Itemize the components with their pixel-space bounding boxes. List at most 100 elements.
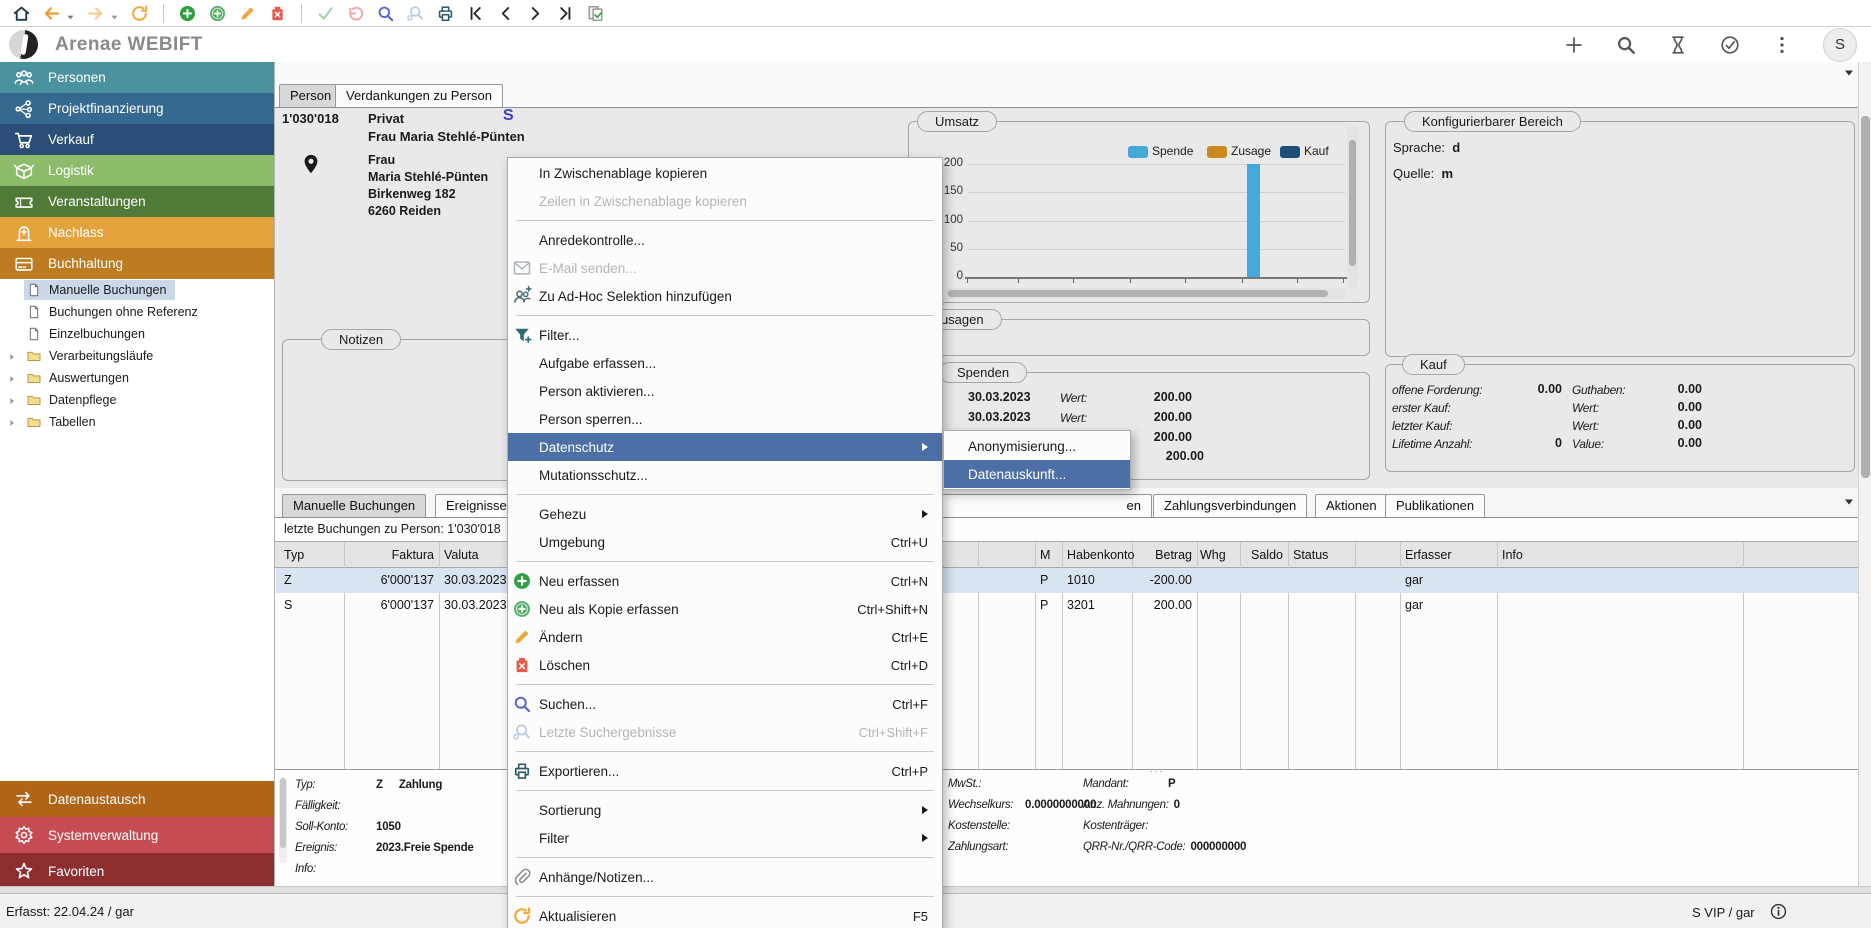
menu-item-person-sperren[interactable]: Person sperren... (508, 405, 942, 433)
menu-item-suchen[interactable]: Suchen...Ctrl+F (508, 690, 942, 718)
sidebar-item-datenaustausch[interactable]: Datenaustausch (0, 781, 274, 817)
menu-item-filter[interactable]: Filter (508, 824, 942, 852)
window-scrollbar-thumb[interactable] (1861, 116, 1870, 478)
expand-caret-icon[interactable] (7, 373, 17, 383)
info-icon[interactable] (1769, 902, 1788, 921)
search-icon[interactable] (1615, 34, 1637, 56)
sidebar-item-buchhaltung[interactable]: Buchhaltung (0, 248, 274, 279)
sidebar-item-favoriten[interactable]: Favoriten (0, 853, 274, 889)
nav-prev-icon[interactable] (496, 4, 515, 23)
menu-item-anonymisierung[interactable]: Anonymisierung... (944, 432, 1130, 460)
sidebar-item-logistik[interactable]: Logistik (0, 155, 274, 186)
menu-item-ändern[interactable]: ÄndernCtrl+E (508, 623, 942, 651)
trash-icon[interactable] (268, 4, 287, 23)
sidebar-item-manuelle-buchungen[interactable]: Manuelle Buchungen (0, 279, 274, 301)
column-header-info[interactable]: Info (1502, 548, 1602, 562)
sidebar-item-tabellen[interactable]: Tabellen (0, 411, 274, 433)
check-icon[interactable] (316, 4, 335, 23)
menu-item-exportieren[interactable]: Exportieren...Ctrl+P (508, 757, 942, 785)
column-header-typ[interactable]: Typ (284, 548, 334, 562)
window-scrollbar[interactable] (1858, 62, 1871, 886)
arrow-left-icon[interactable] (42, 4, 61, 23)
sidebar-item-auswertungen[interactable]: Auswertungen (0, 367, 274, 389)
kebab-icon[interactable] (1771, 34, 1793, 56)
tab-publikationen[interactable]: Publikationen (1385, 494, 1485, 517)
menu-item-person-aktivieren[interactable]: Person aktivieren... (508, 377, 942, 405)
sidebar-item-projektfinanzierung[interactable]: Projektfinanzierung (0, 93, 274, 124)
column-header-betrag[interactable]: Betrag (1130, 548, 1192, 562)
menu-item-aufgabe-erfassen[interactable]: Aufgabe erfassen... (508, 349, 942, 377)
tab-manuelle-buchungen[interactable]: Manuelle Buchungen (282, 494, 426, 517)
menu-item-zu-ad-hoc-selektion-hinzufügen[interactable]: Zu Ad-Hoc Selektion hinzufügen (508, 282, 942, 310)
column-header-erfasser[interactable]: Erfasser (1405, 548, 1490, 562)
detail-scrollbar-thumb[interactable] (280, 778, 286, 848)
menu-item-aktualisieren[interactable]: AktualisierenF5 (508, 902, 942, 928)
column-header-m[interactable]: M (1040, 548, 1060, 562)
menu-item-datenauskunft[interactable]: Datenauskunft... (944, 460, 1130, 488)
column-header-saldo[interactable]: Saldo (1238, 548, 1283, 562)
tab-zahlungsverbindungen[interactable]: Zahlungsverbindungen (1153, 494, 1307, 517)
column-header-habenkonto[interactable]: Habenkonto (1067, 548, 1127, 562)
caret-down-icon[interactable] (110, 9, 119, 18)
column-header-status[interactable]: Status (1293, 548, 1353, 562)
sidebar-item-datenpflege[interactable]: Datenpflege (0, 389, 274, 411)
panel-resize-handle[interactable]: ... (1150, 764, 1164, 775)
check-circle-icon[interactable] (1719, 34, 1741, 56)
paste-check-icon[interactable] (586, 4, 605, 23)
plus-circle-icon[interactable] (178, 4, 197, 23)
menu-item-mutationsschutz[interactable]: Mutationsschutz... (508, 461, 942, 489)
menu-item-e-mail-senden[interactable]: E-Mail senden... (508, 254, 942, 282)
sidebar-item-verarbeitungsläufe[interactable]: Verarbeitungsläufe (0, 345, 274, 367)
menu-item-umgebung[interactable]: UmgebungCtrl+U (508, 528, 942, 556)
sidebar-item-nachlass[interactable]: Nachlass (0, 217, 274, 248)
search-icon[interactable] (376, 4, 395, 23)
menu-item-neu-erfassen[interactable]: Neu erfassenCtrl+N (508, 567, 942, 595)
menu-item-gehezu[interactable]: Gehezu (508, 500, 942, 528)
arrow-right-icon[interactable] (86, 4, 105, 23)
menu-item-in-zwischenablage-kopieren[interactable]: In Zwischenablage kopieren (508, 159, 942, 187)
sidebar-item-personen[interactable]: Personen (0, 62, 274, 93)
undo-icon[interactable] (346, 4, 365, 23)
tab-verdankungen-zu-person[interactable]: Verdankungen zu Person (335, 84, 503, 107)
column-header-faktura[interactable]: Faktura (344, 548, 434, 562)
tab-person[interactable]: Person (279, 84, 342, 107)
detail-scrollbar[interactable] (279, 777, 287, 863)
refresh-icon[interactable] (130, 4, 149, 23)
print-icon[interactable] (436, 4, 455, 23)
nav-last-icon[interactable] (556, 4, 575, 23)
menu-item-neu-als-kopie-erfassen[interactable]: Neu als Kopie erfassenCtrl+Shift+N (508, 595, 942, 623)
column-header-whg[interactable]: Whg (1200, 548, 1238, 562)
tab-overflow-caret-icon[interactable] (1843, 495, 1855, 507)
menu-item-letzte-suchergebnisse[interactable]: Letzte SuchergebnisseCtrl+Shift+F (508, 718, 942, 746)
menu-item-löschen[interactable]: LöschenCtrl+D (508, 651, 942, 679)
expand-caret-icon[interactable] (7, 417, 17, 427)
sidebar-item-einzelbuchungen[interactable]: Einzelbuchungen (0, 323, 274, 345)
sidebar-item-verkauf[interactable]: Verkauf (0, 124, 274, 155)
avatar[interactable]: S (1823, 28, 1857, 62)
tab-aktionen[interactable]: Aktionen (1315, 494, 1388, 517)
menu-item-anhänge-notizen[interactable]: Anhänge/Notizen... (508, 863, 942, 891)
home-icon[interactable] (12, 4, 31, 23)
menu-item-datenschutz[interactable]: Datenschutz (508, 433, 942, 461)
expand-caret-icon[interactable] (7, 351, 17, 361)
expand-caret-icon[interactable] (7, 395, 17, 405)
sidebar-item-buchungen-ohne-referenz[interactable]: Buchungen ohne Referenz (0, 301, 274, 323)
tab-ereignisse[interactable]: Ereignisse (435, 494, 518, 517)
hourglass-icon[interactable] (1667, 34, 1689, 56)
menu-item-zeilen-in-zwischenablage-kopieren[interactable]: Zeilen in Zwischenablage kopieren (508, 187, 942, 215)
plus-circle-copy-icon[interactable] (208, 4, 227, 23)
chart-hscrollbar-thumb[interactable] (948, 290, 1328, 297)
menu-item-anredekontrolle[interactable]: Anredekontrolle... (508, 226, 942, 254)
nav-next-icon[interactable] (526, 4, 545, 23)
tab-overflow-caret-icon[interactable] (1843, 66, 1855, 78)
sidebar-item-systemverwaltung[interactable]: Systemverwaltung (0, 817, 274, 853)
plus-icon[interactable] (1563, 34, 1585, 56)
search-person-icon[interactable] (406, 4, 425, 23)
menu-item-filter[interactable]: Filter... (508, 321, 942, 349)
sidebar-item-veranstaltungen[interactable]: Veranstaltungen (0, 186, 274, 217)
pencil-icon[interactable] (238, 4, 257, 23)
caret-down-icon[interactable] (66, 9, 75, 18)
chart-vscrollbar-thumb[interactable] (1349, 140, 1356, 266)
menu-item-sortierung[interactable]: Sortierung (508, 796, 942, 824)
nav-first-icon[interactable] (466, 4, 485, 23)
